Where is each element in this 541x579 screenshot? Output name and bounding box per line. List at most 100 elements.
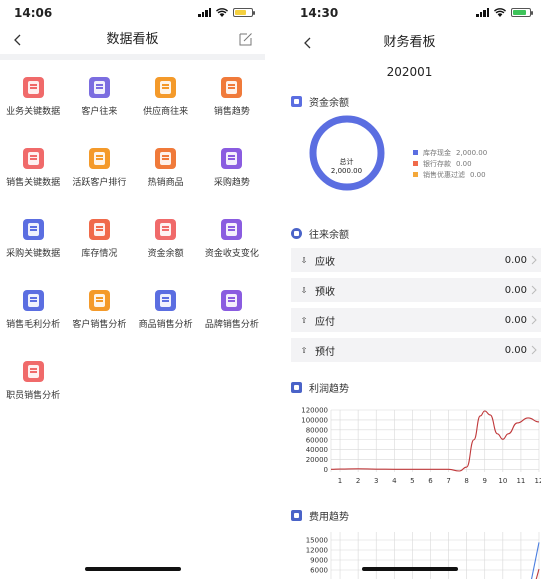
funds-donut-chart: 总计 2,000.00 库存现金 2,000.00 银行存款 0.00 销售优惠过滤 0.…	[278, 112, 541, 210]
dashboard-item[interactable]: 客户往来	[66, 75, 132, 125]
donut-center-label: 总计	[339, 158, 354, 166]
status-time: 14:06	[14, 6, 53, 20]
y-tick-label: 6000	[310, 567, 328, 575]
y-tick-label: 80000	[306, 426, 328, 434]
back-icon[interactable]	[10, 26, 26, 54]
donut-ring	[309, 115, 385, 191]
status-icons	[476, 8, 533, 17]
dashboard-item[interactable]: 销售关键数据	[0, 146, 66, 196]
balance-value: 0.00	[504, 254, 527, 266]
dashboard-item[interactable]: 销售毛利分析	[0, 288, 66, 338]
left-screen: 14:06 数据看板 业务关键数据 客户往来 供应商往来 销售趋势销售关键数据 活跃客户…	[0, 0, 265, 579]
wifi-icon	[216, 8, 228, 17]
dashboard-grid: 业务关键数据 客户往来 供应商往来 销售趋势销售关键数据 活跃客户排行 热销商品 采购趋势采…	[0, 60, 265, 409]
dashboard-item[interactable]: 资金收支变化	[199, 217, 265, 267]
screen-gap	[265, 0, 278, 579]
dashboard-item-label: 活跃客户排行	[72, 178, 127, 188]
dashboard-item[interactable]: 采购趋势	[199, 146, 265, 196]
arrow-down-icon: ⇩	[300, 255, 308, 265]
back-icon[interactable]	[300, 29, 316, 57]
dashboard-item[interactable]: 热销商品	[133, 146, 199, 196]
status-icons	[198, 8, 255, 17]
legend-item: 销售优惠过滤 0.00	[413, 169, 487, 180]
x-tick-label: 2	[356, 477, 360, 485]
customer-pie-icon	[88, 290, 110, 311]
x-tick-label: 4	[392, 477, 397, 485]
wifi-icon	[494, 8, 506, 17]
battery-icon	[233, 8, 255, 17]
x-tick-label: 9	[483, 477, 487, 485]
expense-chart-svg: 6000 9000 12000 15000	[306, 532, 540, 579]
legend-value: 0.00	[470, 170, 486, 179]
dashboard-item[interactable]: 客户销售分析	[66, 288, 132, 338]
funds-legend: 库存现金 2,000.00 银行存款 0.00 销售优惠过滤 0.00	[413, 147, 487, 180]
legend-swatch	[413, 172, 418, 177]
x-tick-label: 3	[374, 477, 378, 485]
arrow-up-icon: ⇧	[300, 315, 308, 325]
balance-label: 预收	[315, 286, 335, 298]
dashboard-item-label: 采购趋势	[213, 178, 250, 188]
profit-chart: 0 20000 40000 60000 80000 100000 120000 1 2 3 4 5 6 7…	[291, 404, 541, 492]
expense-heading: 费用趋势	[309, 511, 349, 523]
balance-label: 预付	[315, 346, 335, 358]
dashboard-item[interactable]: 品牌销售分析	[199, 288, 265, 338]
x-tick-label: 10	[498, 477, 507, 485]
dashboard-item[interactable]: 采购关键数据	[0, 217, 66, 267]
hot-goods-icon	[155, 148, 177, 169]
dashboard-item-label: 客户销售分析	[72, 320, 127, 330]
dashboard-item-label: 品牌销售分析	[204, 320, 259, 330]
balance-row[interactable]: ⇧ 应付 0.00	[291, 308, 541, 332]
wallet-icon	[291, 95, 302, 107]
dashboard-item-label: 资金余额	[147, 249, 184, 259]
profit-section-header: 利润趋势	[278, 376, 541, 398]
balance-row[interactable]: ⇩ 应收 0.00	[291, 248, 541, 272]
legend-name: 银行存款	[423, 159, 451, 168]
y-tick-label: 20000	[306, 456, 328, 464]
dashboard-item[interactable]: 业务关键数据	[0, 75, 66, 125]
balance-row[interactable]: ⇧ 预付 0.00	[291, 338, 541, 362]
chevron-right-icon	[531, 255, 537, 265]
x-tick-label: 12	[535, 477, 541, 485]
dashboard-item-label: 商品销售分析	[138, 320, 193, 330]
dashboard-item[interactable]: 商品销售分析	[133, 288, 199, 338]
legend-swatch	[413, 161, 418, 166]
person-card-icon	[22, 77, 44, 98]
legend-swatch	[413, 150, 418, 155]
trend-icon	[291, 381, 302, 393]
balances-section-header: 往来余额	[278, 222, 541, 244]
dashboard-item[interactable]: 销售趋势	[199, 75, 265, 125]
y-tick-label: 9000	[310, 557, 328, 565]
legend-value: 0.00	[456, 159, 472, 168]
donut-center: 总计 2,000.00	[315, 158, 378, 176]
nav-bar: 数据看板	[0, 26, 265, 54]
dashboard-item[interactable]: 职员销售分析	[0, 359, 66, 409]
dashboard-item-label: 业务关键数据	[6, 107, 61, 117]
dashboard-item-label: 销售趋势	[213, 107, 250, 117]
person-rank-icon	[88, 148, 110, 169]
dashboard-item-label: 销售毛利分析	[6, 320, 61, 330]
dashboard-item[interactable]: 资金余额	[133, 217, 199, 267]
arrow-down-icon: ⇩	[300, 285, 308, 295]
report-icon	[22, 148, 44, 169]
y-tick-label: 15000	[306, 537, 328, 545]
arrow-up-icon: ⇧	[300, 345, 308, 355]
dashboard-item[interactable]: 供应商往来	[133, 75, 199, 125]
legend-name: 库存现金	[423, 148, 451, 157]
balance-label: 应付	[315, 316, 335, 328]
y-tick-label: 60000	[306, 436, 328, 444]
home-indicator	[84, 567, 181, 571]
y-tick-label: 12000	[306, 547, 328, 555]
clock-icon	[291, 227, 302, 239]
cart-key-icon	[22, 219, 44, 240]
signal-icon	[476, 8, 489, 17]
brand-pie-icon	[221, 290, 243, 311]
balance-row[interactable]: ⇩ 预收 0.00	[291, 278, 541, 302]
profit-chart-svg: 0200004000060000800001000001200001 2 3 4 5 6 7…	[301, 407, 541, 486]
profit-heading: 利润趋势	[309, 383, 349, 395]
signal-icon	[198, 8, 211, 17]
dashboard-item[interactable]: 库存情况	[66, 217, 132, 267]
status-bar: 14:06	[0, 0, 265, 26]
dashboard-item-label: 热销商品	[147, 178, 184, 188]
edit-icon[interactable]	[239, 32, 253, 46]
dashboard-item[interactable]: 活跃客户排行	[66, 146, 132, 196]
